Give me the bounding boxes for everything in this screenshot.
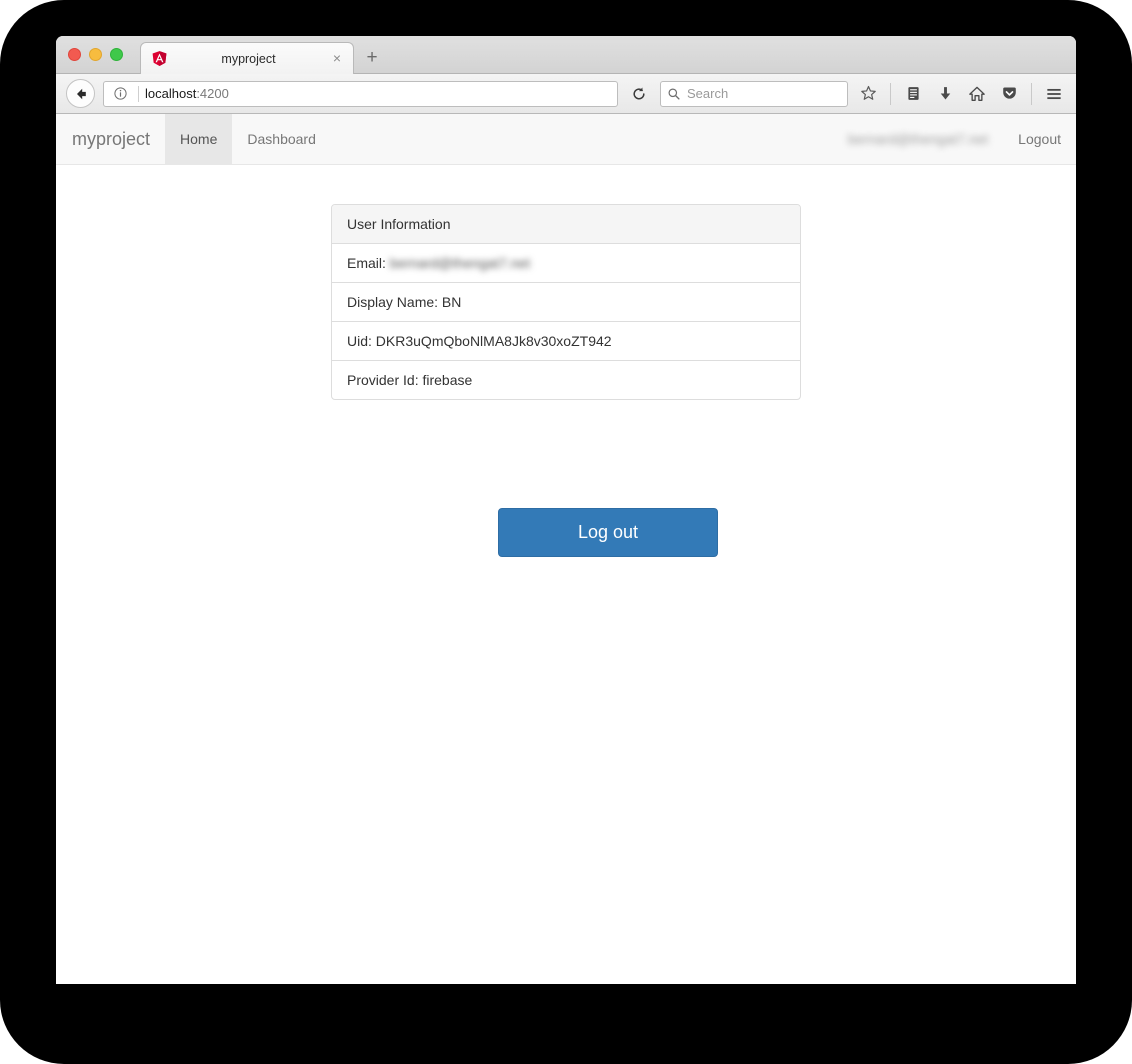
list-item-display-name-value: BN — [441, 294, 462, 310]
browser-tab-title: myproject — [221, 51, 276, 66]
navbar-brand[interactable]: myproject — [56, 114, 165, 164]
reload-button[interactable] — [626, 81, 652, 107]
window-traffic-lights — [68, 48, 123, 61]
close-icon[interactable]: × — [329, 50, 345, 67]
url-host: localhost — [145, 86, 197, 101]
list-item-provider-id: Provider Id: firebase — [332, 361, 800, 399]
toolbar-divider — [890, 82, 891, 105]
user-information-panel: User Information Email: bernard@thengat7… — [331, 204, 801, 400]
back-button[interactable] — [66, 79, 95, 108]
url-text: localhost:4200 — [145, 86, 613, 101]
list-item-provider-id-label: Provider Id: — [347, 372, 419, 388]
browser-tab[interactable]: myproject × — [140, 42, 354, 74]
list-item-email-label: Email: — [347, 255, 386, 271]
pocket-icon[interactable] — [997, 82, 1021, 106]
search-bar[interactable]: Search — [660, 80, 848, 107]
list-item-display-name-label: Display Name: — [347, 294, 439, 310]
page-viewport: myproject Home Dashboard bernard@thengat… — [56, 114, 1076, 983]
navbar-user-email: bernard@thengat7.net — [847, 131, 989, 147]
window-close-button[interactable] — [68, 48, 81, 61]
bookmark-star-icon[interactable] — [856, 82, 880, 106]
panel-heading: User Information — [332, 205, 800, 244]
navbar-right-group: bernard@thengat7.net Logout — [833, 114, 1076, 164]
angular-logo-icon — [151, 50, 168, 67]
site-info-icon[interactable] — [111, 85, 129, 103]
url-divider — [138, 85, 139, 102]
list-item-uid: Uid: DKR3uQmQboNlMA8Jk8v30xoZT942 — [332, 322, 800, 361]
url-bar[interactable]: localhost:4200 — [103, 80, 618, 107]
window-zoom-button[interactable] — [110, 48, 123, 61]
browser-window: myproject × + localhost:4200 Search mypr… — [56, 36, 1076, 984]
list-item-uid-label: Uid: — [347, 333, 372, 349]
search-icon — [668, 88, 680, 100]
new-tab-button[interactable]: + — [361, 48, 383, 70]
menu-hamburger-icon[interactable] — [1042, 82, 1066, 106]
list-item-email-value: bernard@thengat7.net — [389, 255, 531, 271]
reader-list-icon[interactable] — [901, 82, 925, 106]
list-item-display-name: Display Name: BN — [332, 283, 800, 322]
toolbar-divider-2 — [1031, 82, 1032, 105]
home-icon[interactable] — [965, 82, 989, 106]
nav-item-home[interactable]: Home — [165, 114, 233, 164]
list-item-uid-value: DKR3uQmQboNlMA8Jk8v30xoZT942 — [375, 333, 612, 349]
url-port: :4200 — [196, 86, 229, 101]
browser-tab-strip: myproject × + — [56, 36, 1076, 74]
search-input[interactable]: Search — [687, 86, 728, 101]
browser-nav-toolbar: localhost:4200 Search — [56, 74, 1076, 114]
navbar-logout-link[interactable]: Logout — [1003, 114, 1076, 164]
list-item-provider-id-value: firebase — [422, 372, 473, 388]
nav-item-dashboard[interactable]: Dashboard — [232, 114, 331, 164]
list-item-email: Email: bernard@thengat7.net — [332, 244, 800, 283]
reload-icon — [633, 87, 645, 99]
back-arrow-icon — [76, 88, 86, 99]
app-navbar: myproject Home Dashboard bernard@thengat… — [56, 114, 1076, 165]
logout-button[interactable]: Log out — [498, 508, 718, 557]
downloads-icon[interactable] — [933, 82, 957, 106]
window-minimize-button[interactable] — [89, 48, 102, 61]
